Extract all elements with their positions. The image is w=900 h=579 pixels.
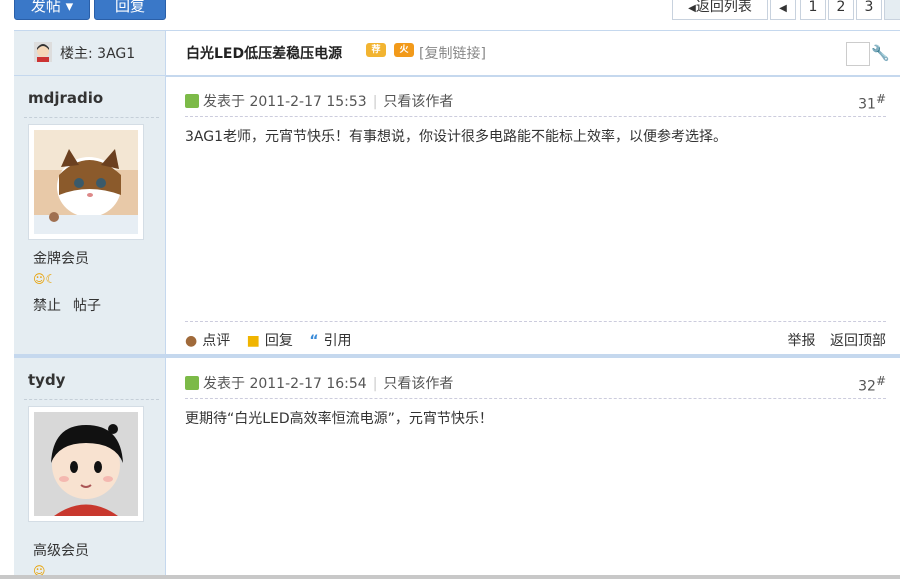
post-icon	[185, 94, 199, 108]
divider: |	[372, 376, 378, 392]
post-31: mdjradio 金牌会员 ☺☾ 禁止 帖子 发表于 2011-2-17 15:…	[14, 76, 900, 354]
divider	[24, 117, 159, 118]
post-right-actions: 举报 返回顶部	[788, 330, 886, 350]
reply-label: 回复	[114, 0, 145, 15]
comment-label: 点评	[202, 333, 231, 349]
post-content: 3AG1老师，元宵节快乐！有事想说，你设计很多电路能不能标上效率，以便参考选择。	[185, 129, 727, 145]
divider: |	[372, 94, 378, 110]
author-avatar[interactable]	[28, 124, 144, 240]
post-32: tydy 高级会员 ☺ 发表于 2011-2-17 16:54 | 只看该作者 32…	[14, 358, 900, 579]
author-name[interactable]: mdjradio	[28, 89, 103, 107]
divider	[185, 398, 886, 399]
new-thread-button[interactable]: 发帖 ▾	[14, 0, 90, 20]
reply-post-button[interactable]: ■ 回复	[247, 333, 293, 349]
only-author-link[interactable]: 只看该作者	[383, 376, 453, 392]
user-avatar-icon	[34, 42, 52, 62]
comment-button[interactable]: ● 点评	[185, 333, 230, 349]
post-icon	[185, 376, 199, 390]
thread-starter-label: 楼主: 3AG1	[60, 46, 136, 62]
author-rank: 高级会员	[33, 543, 89, 559]
page-1-link[interactable]: 1	[800, 0, 826, 20]
page-3-link[interactable]: 3	[856, 0, 882, 20]
quote-icon: “	[309, 333, 319, 349]
back-to-list-link[interactable]: ◀返回列表	[672, 0, 768, 20]
floor-label: 31	[858, 96, 876, 113]
post-content: 更期待“白光LED高效率恒流电源”，元宵节快乐！	[185, 411, 493, 427]
triangle-left-icon: ◀	[688, 3, 696, 14]
divider	[185, 116, 886, 117]
floor-number[interactable]: 31#	[858, 92, 886, 113]
author-sidebar: mdjradio 金牌会员 ☺☾ 禁止 帖子	[14, 76, 166, 354]
thread-title: 白光LED低压差稳压电源	[186, 46, 343, 62]
select-checkbox[interactable]	[846, 42, 870, 66]
page-2-label: 2	[836, 0, 846, 15]
medal-icon: ☺☾	[33, 272, 57, 286]
reply-post-label: 回复	[264, 333, 293, 349]
reply-button[interactable]: 回复	[94, 0, 166, 20]
hot-badge-icon: 荐	[366, 43, 386, 57]
author-rank: 金牌会员	[33, 251, 89, 267]
quote-label: 引用	[323, 333, 352, 349]
hash-icon: #	[875, 374, 886, 388]
author-avatar[interactable]	[28, 406, 144, 522]
floor-label: 32	[858, 378, 876, 395]
floor-number[interactable]: 32#	[858, 374, 886, 395]
new-thread-label: 发帖	[30, 0, 61, 15]
copy-link[interactable]: [复制链接]	[419, 43, 486, 63]
divider	[24, 399, 159, 400]
quote-button[interactable]: “引用	[309, 333, 351, 349]
wrench-icon[interactable]: 🔧	[871, 44, 890, 62]
reply-icon: ■	[246, 333, 260, 349]
author-sidebar: tydy 高级会员 ☺	[14, 358, 166, 579]
top-toolbar: 发帖 ▾ 回复 ◀返回列表 ◀ 1 2 3	[0, 0, 900, 30]
chevron-left-icon: ◀	[779, 3, 787, 14]
page-2-link[interactable]: 2	[828, 0, 854, 20]
posts-link[interactable]: 帖子	[73, 295, 101, 315]
post-meta: 发表于 2011-2-17 15:53 | 只看该作者	[185, 91, 453, 111]
only-author-link[interactable]: 只看该作者	[383, 94, 453, 110]
prev-page-button[interactable]: ◀	[770, 0, 796, 20]
author-name[interactable]: tydy	[28, 371, 65, 389]
back-to-top-link[interactable]: 返回顶部	[830, 333, 886, 349]
fire-badge-icon: 火	[394, 43, 414, 57]
ban-link[interactable]: 禁止	[33, 295, 61, 315]
page-next-link[interactable]	[884, 0, 900, 20]
hash-icon: #	[875, 92, 886, 106]
page-1-label: 1	[808, 0, 818, 15]
divider	[185, 321, 886, 322]
bottom-border	[0, 575, 900, 579]
post-actions: ● 点评 ■ 回复 “引用	[185, 330, 364, 350]
thread-header: 楼主: 3AG1 白光LED低压差稳压电源 荐 火 [复制链接] 🔧	[14, 30, 900, 77]
comment-icon: ●	[185, 333, 198, 349]
report-link[interactable]: 举报	[788, 333, 816, 349]
post-date: 发表于 2011-2-17 16:54	[203, 376, 367, 392]
page-3-label: 3	[864, 0, 874, 15]
back-to-list-label: 返回列表	[695, 0, 752, 15]
post-meta: 发表于 2011-2-17 16:54 | 只看该作者	[185, 373, 453, 393]
post-date: 发表于 2011-2-17 15:53	[203, 94, 367, 110]
thread-starter-cell: 楼主: 3AG1	[14, 31, 166, 75]
